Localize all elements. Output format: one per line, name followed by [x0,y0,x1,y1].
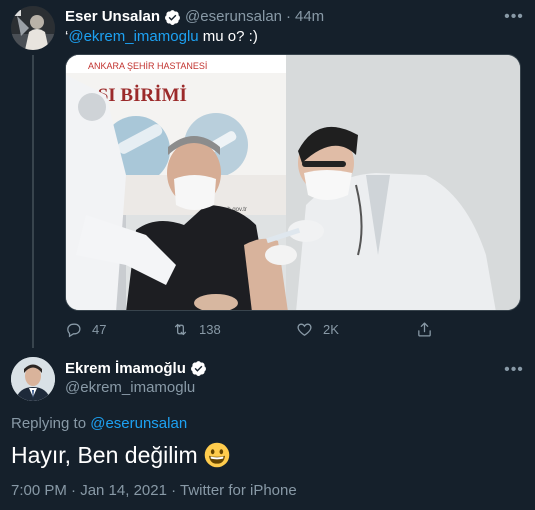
tweet1-separator: · [286,8,291,25]
avatar-ekrem-imamoglu[interactable] [11,357,55,401]
tweet1-text-rest: mu o? :) [198,28,258,45]
tweet2-timestamp-source[interactable]: 7:00 PM · Jan 14, 2021 · Twitter for iPh… [11,482,297,499]
tweet1-display-name[interactable]: Eser Unsalan [65,8,160,26]
tweet1-action-bar: 47 138 2K [65,319,465,339]
reply-button[interactable]: 47 [65,321,172,338]
retweet-button[interactable]: 138 [172,321,296,338]
tweet1-time[interactable]: 44m [295,8,324,26]
like-button[interactable]: 2K [296,321,416,338]
share-button[interactable] [416,321,443,338]
tweet1-mention-link[interactable]: @ekrem_imamoglu [68,28,198,45]
thread-connector-line [32,55,34,348]
tweet2-handle[interactable]: @ekrem_imamoglu [65,379,195,396]
retweet-count: 138 [199,321,221,337]
tweet2-text: Hayır, Ben değilim [11,441,230,469]
retweet-icon [174,323,187,335]
tweet1-text: ‘@ekrem_imamoglu mu o? :) [65,28,258,46]
tweet2-more-icon[interactable]: ••• [503,362,525,378]
replying-prefix: Replying to [11,415,91,432]
share-icon [418,321,431,337]
replying-handle-link[interactable]: @eserunsalan [90,415,187,432]
heart-icon [297,323,312,336]
tweet1-photo[interactable]: ANKARA ŞEHİR HASTANESİ AŞI BİRİMİ tuseb.… [65,54,521,311]
tweet1-header: Eser Unsalan @eserunsalan · 44m [65,8,324,26]
tweet2-header: Ekrem İmamoğlu [65,360,211,377]
tweet2-display-name[interactable]: Ekrem İmamoğlu [65,360,186,377]
sign-top-text: ANKARA ŞEHİR HASTANESİ [88,61,207,71]
grinning-face-emoji-icon [204,442,229,468]
tweet1-more-icon[interactable]: ••• [503,9,525,25]
avatar-eser-unsalan[interactable] [11,6,55,50]
reply-icon [67,323,81,337]
like-count: 2K [323,321,339,337]
tweet2-text-content: Hayır, Ben değilim [11,442,198,468]
vaccination-photo: ANKARA ŞEHİR HASTANESİ AŞI BİRİMİ tuseb.… [66,55,520,310]
tweet1-handle[interactable]: @eserunsalan [185,8,282,26]
verified-badge-icon [165,9,180,25]
replying-to-line: Replying to @eserunsalan [11,415,187,432]
verified-badge-icon [190,361,206,376]
reply-count: 47 [92,321,107,337]
